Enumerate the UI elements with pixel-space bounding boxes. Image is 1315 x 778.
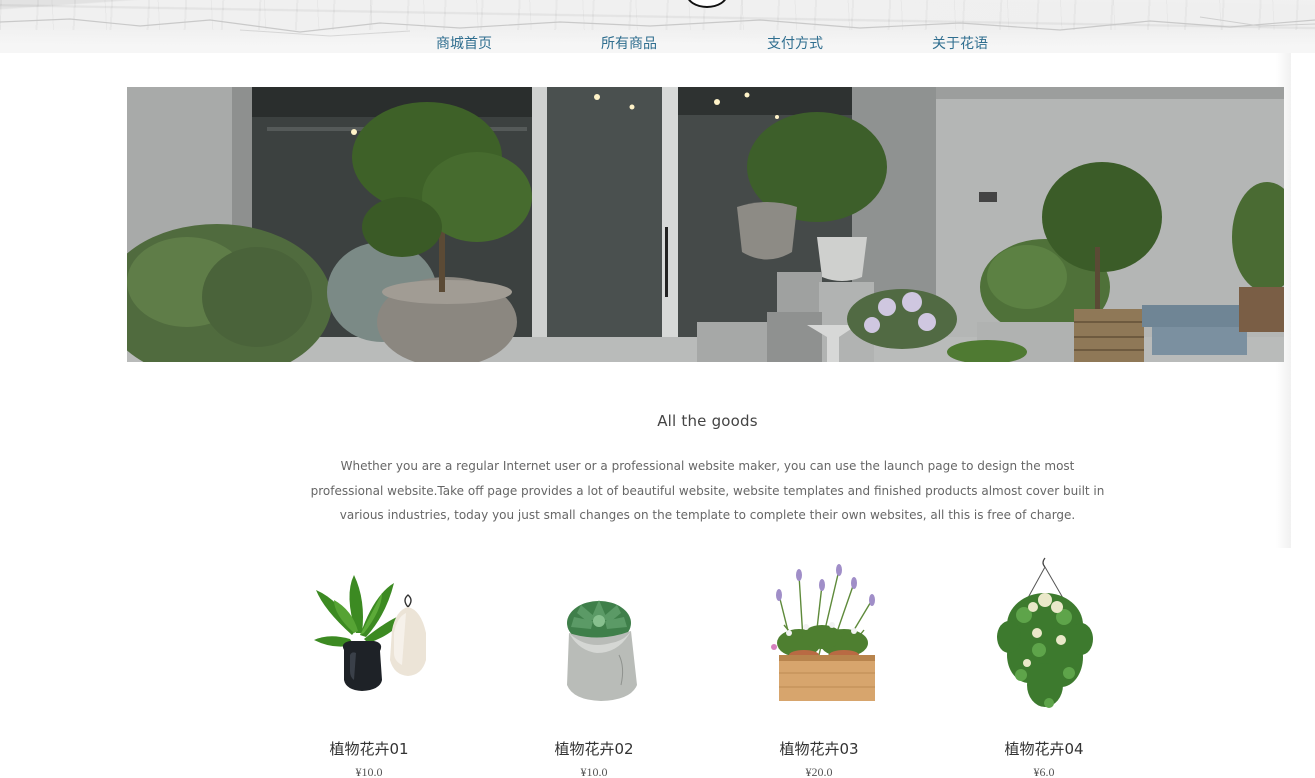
product-name[interactable]: 植物花卉01 [294, 738, 444, 759]
main-nav: 商城首页 所有商品 支付方式 关于花语 [0, 33, 1315, 53]
product-price: ¥10.0 [580, 765, 608, 778]
product-price: ¥6.0 [1033, 765, 1055, 778]
product-price: ¥10.0 [355, 765, 383, 778]
product-price: ¥20.0 [805, 765, 833, 778]
nav-item-home[interactable]: 商城首页 [436, 33, 492, 53]
product-card[interactable]: 植物花卉02 ¥10.0 [519, 555, 669, 778]
succulent-paper-bag-icon[interactable] [519, 555, 669, 715]
product-card[interactable]: 植物花卉01 ¥10.0 [294, 555, 444, 778]
product-card[interactable]: 植物花卉04 ¥6.0 [969, 555, 1119, 778]
hanging-basket-plant-icon[interactable] [969, 555, 1119, 715]
nav-item-about[interactable]: 关于花语 [932, 33, 988, 53]
page: 商城首页 所有商品 支付方式 关于花语 All the goods Whethe… [0, 0, 1315, 778]
hero-banner-image [127, 87, 1284, 362]
section-title: All the goods [657, 412, 758, 430]
nav-item-all-products[interactable]: 所有商品 [601, 33, 657, 53]
product-name[interactable]: 植物花卉04 [969, 738, 1119, 759]
section-description: Whether you are a regular Internet user … [310, 459, 1105, 522]
lavender-wooden-box-icon[interactable] [744, 555, 894, 715]
product-name[interactable]: 植物花卉03 [744, 738, 894, 759]
product-name[interactable]: 植物花卉02 [519, 738, 669, 759]
header: 商城首页 所有商品 支付方式 关于花语 [0, 0, 1315, 53]
nav-item-payment[interactable]: 支付方式 [767, 33, 823, 53]
potted-plant-ceramic-icon[interactable] [294, 555, 444, 715]
product-card[interactable]: 植物花卉03 ¥20.0 [744, 555, 894, 778]
logo[interactable] [686, 0, 728, 8]
